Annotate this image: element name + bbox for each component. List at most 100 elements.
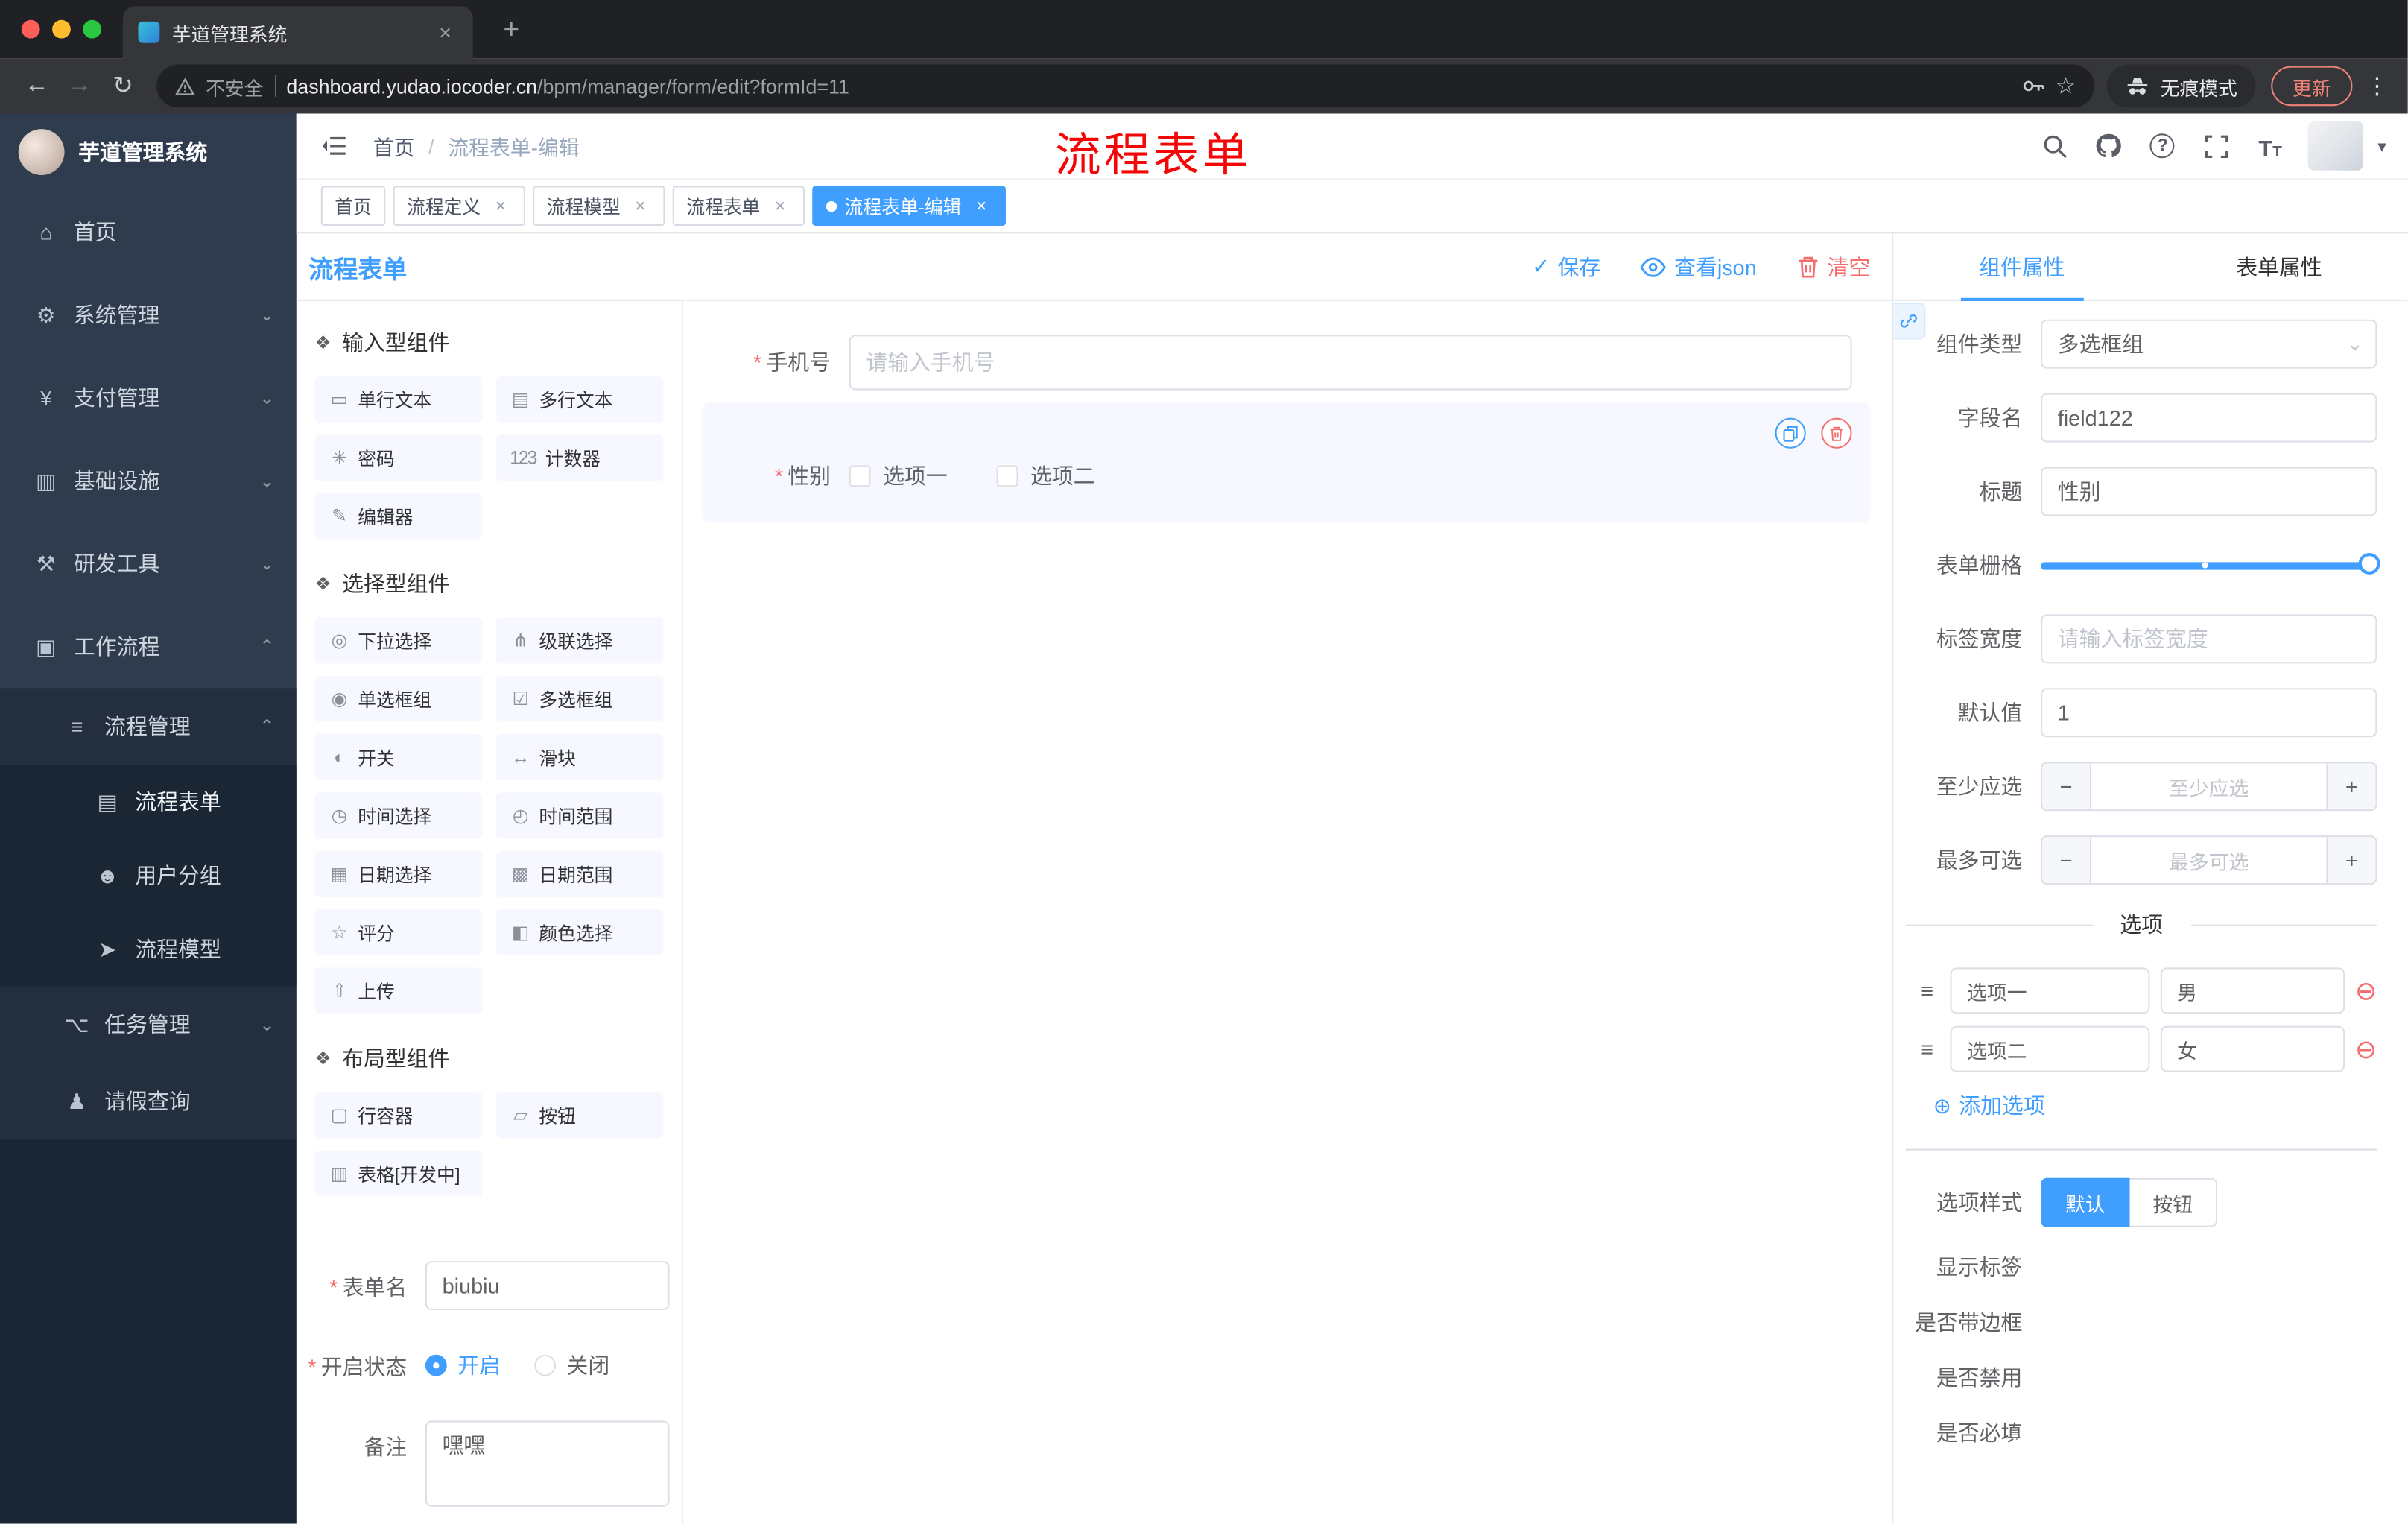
link-badge-icon[interactable] — [1893, 303, 1926, 340]
breadcrumb-home[interactable]: 首页 — [373, 130, 415, 161]
add-option-button[interactable]: ⊕ 添加选项 — [1933, 1090, 2377, 1121]
component-chip-cascader[interactable]: ⋔ 级联选择 — [495, 617, 664, 664]
tag-process-form-edit[interactable]: 流程表单-编辑 × — [812, 186, 1007, 226]
component-chip-color-picker[interactable]: ◧ 颜色选择 — [495, 909, 664, 955]
tag-process-model[interactable]: 流程模型 × — [533, 186, 665, 226]
tab-form-props[interactable]: 表单属性 — [2150, 233, 2407, 300]
user-avatar[interactable] — [2308, 121, 2364, 171]
max-select-value[interactable]: 最多可选 — [2091, 837, 2326, 883]
component-chip-button[interactable]: ▱ 按钮 — [495, 1092, 664, 1139]
status-on-radio[interactable]: 开启 — [425, 1350, 501, 1381]
option-label-input[interactable] — [1950, 1025, 2149, 1072]
component-chip-slider[interactable]: ↔ 滑块 — [495, 734, 664, 780]
tag-close-icon[interactable]: × — [490, 195, 512, 217]
sidebar-item-process-form[interactable]: ▤ 流程表单 — [0, 765, 297, 838]
tag-process-form[interactable]: 流程表单 × — [672, 186, 805, 226]
component-chip-radio-group[interactable]: ◉ 单选框组 — [314, 675, 483, 722]
style-button-button[interactable]: 按钮 — [2129, 1177, 2218, 1227]
component-chip-multi-text[interactable]: ▤ 多行文本 — [495, 376, 664, 423]
default-value-input[interactable] — [2041, 688, 2377, 738]
sidebar-item-system[interactable]: ⚙ 系统管理 ⌄ — [0, 274, 297, 356]
tag-home[interactable]: 首页 — [320, 186, 386, 226]
avatar-caret-icon[interactable]: ▾ — [2377, 136, 2386, 156]
sidebar-item-task-management[interactable]: ⌥ 任务管理 ⌄ — [0, 986, 297, 1063]
bookmark-star-icon[interactable]: ☆ — [2056, 72, 2076, 100]
min-select-value[interactable]: 至少应选 — [2091, 763, 2326, 809]
fullscreen-icon[interactable] — [2201, 130, 2231, 161]
new-tab-button[interactable]: + — [492, 9, 532, 49]
form-name-input[interactable] — [425, 1261, 670, 1311]
github-icon[interactable] — [2094, 130, 2124, 161]
gender-option-1-checkbox[interactable]: 选项一 — [849, 461, 948, 491]
gender-option-2-checkbox[interactable]: 选项二 — [996, 461, 1094, 491]
component-chip-counter[interactable]: 123 计数器 — [495, 434, 664, 481]
minimize-window-button[interactable] — [52, 19, 71, 39]
field-name-input[interactable] — [2041, 393, 2377, 443]
component-chip-table[interactable]: ▥ 表格[开发中] — [314, 1150, 483, 1197]
style-default-button[interactable]: 默认 — [2041, 1177, 2130, 1227]
component-chip-checkbox-group[interactable]: ☑ 多选框组 — [495, 675, 664, 722]
sidebar-item-home[interactable]: ⌂ 首页 — [0, 191, 297, 274]
back-icon[interactable]: ← — [16, 65, 59, 108]
component-chip-date-range[interactable]: ▩ 日期范围 — [495, 850, 664, 897]
view-json-button[interactable]: 查看json — [1641, 251, 1757, 282]
drag-handle-icon[interactable]: ≡ — [1915, 1037, 1939, 1061]
browser-tab[interactable]: 芋道管理系统 × — [122, 6, 473, 59]
title-input[interactable] — [2041, 467, 2377, 516]
password-key-icon[interactable] — [2020, 74, 2044, 98]
component-chip-date-picker[interactable]: ▦ 日期选择 — [314, 850, 483, 897]
app-logo-row[interactable]: 芋道管理系统 — [0, 114, 297, 191]
component-chip-single-text[interactable]: ▭ 单行文本 — [314, 376, 483, 423]
drag-handle-icon[interactable]: ≡ — [1915, 978, 1939, 1003]
remove-option-icon[interactable]: ⊖ — [2355, 978, 2377, 1004]
increase-button[interactable]: + — [2326, 837, 2376, 884]
tag-close-icon[interactable]: × — [630, 195, 651, 217]
decrease-button[interactable]: − — [2042, 837, 2092, 884]
sidebar-item-devtools[interactable]: ⚒ 研发工具 ⌄ — [0, 522, 297, 605]
increase-button[interactable]: + — [2326, 763, 2376, 810]
remove-option-icon[interactable]: ⊖ — [2355, 1036, 2377, 1062]
component-chip-time-range[interactable]: ◴ 时间范围 — [495, 792, 664, 839]
component-chip-dropdown[interactable]: ◎ 下拉选择 — [314, 617, 483, 664]
copy-field-icon[interactable] — [1775, 417, 1806, 449]
canvas-field-phone[interactable]: * 手机号 — [702, 335, 1870, 391]
component-chip-switch[interactable]: ◐ 开关 — [314, 734, 483, 780]
option-value-input[interactable] — [2160, 1025, 2345, 1072]
grid-slider[interactable] — [2041, 540, 2380, 589]
component-chip-rate[interactable]: ☆ 评分 — [314, 909, 483, 955]
option-value-input[interactable] — [2160, 967, 2345, 1014]
decrease-button[interactable]: − — [2042, 763, 2092, 810]
canvas-field-gender-selected[interactable]: * 性别 选项一 选项二 — [701, 402, 1871, 522]
sidebar-item-user-group[interactable]: ☻ 用户分组 — [0, 838, 297, 912]
search-icon[interactable] — [2040, 130, 2070, 161]
sidebar-item-workflow[interactable]: ▣ 工作流程 ⌃ — [0, 605, 297, 688]
save-button[interactable]: ✓ 保存 — [1532, 251, 1600, 282]
sidebar-item-process-model[interactable]: ➤ 流程模型 — [0, 912, 297, 986]
status-off-radio[interactable]: 关闭 — [534, 1350, 609, 1381]
label-width-input[interactable] — [2041, 614, 2377, 664]
component-chip-editor[interactable]: ✎ 编辑器 — [314, 493, 483, 540]
browser-menu-icon[interactable]: ⋮ — [2362, 72, 2392, 100]
slider-handle[interactable] — [2358, 552, 2380, 575]
help-icon[interactable]: ? — [2147, 130, 2178, 161]
slider-track[interactable] — [2041, 561, 2377, 569]
component-chip-row-container[interactable]: ▢ 行容器 — [314, 1092, 483, 1139]
component-type-select[interactable] — [2041, 319, 2377, 369]
tab-component-props[interactable]: 组件属性 — [1893, 233, 2150, 301]
sidebar-item-infrastructure[interactable]: ▥ 基础设施 ⌄ — [0, 439, 297, 522]
sidebar-item-process-management[interactable]: ≡ 流程管理 ⌃ — [0, 688, 297, 765]
tab-close-icon[interactable]: × — [433, 20, 457, 45]
form-canvas[interactable]: * 手机号 请输入手机号 * 性别 选项一 选项二 — [683, 300, 1892, 1524]
tag-close-icon[interactable]: × — [971, 195, 992, 217]
address-bar[interactable]: 不安全 dashboard.yudao.iocoder.cn/bpm/manag… — [156, 64, 2095, 108]
component-chip-password[interactable]: ✳ 密码 — [314, 434, 483, 481]
forward-icon[interactable]: → — [58, 65, 101, 108]
tag-close-icon[interactable]: × — [770, 195, 791, 217]
close-window-button[interactable] — [21, 19, 40, 39]
sidebar-item-payment[interactable]: ¥ 支付管理 ⌄ — [0, 356, 297, 439]
delete-field-icon[interactable] — [1821, 417, 1852, 449]
reload-icon[interactable]: ↻ — [101, 65, 145, 108]
update-button[interactable]: 更新 — [2271, 66, 2353, 107]
sidebar-toggle-icon[interactable] — [318, 129, 352, 162]
clear-button[interactable]: 清空 — [1796, 251, 1870, 282]
